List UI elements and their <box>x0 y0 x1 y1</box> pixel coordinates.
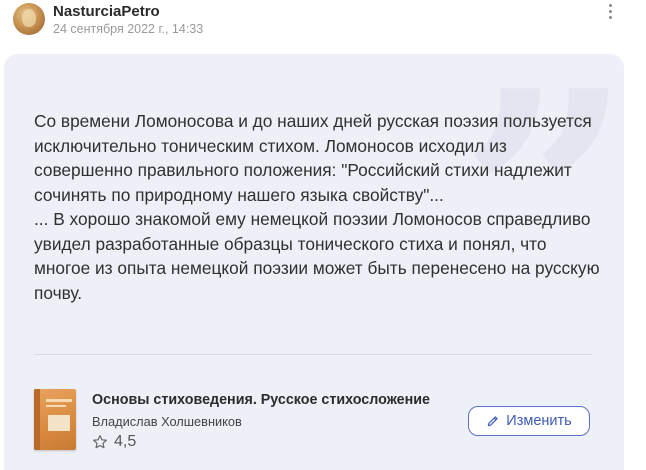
username[interactable]: NasturciaPetro <box>53 3 160 20</box>
rating-value: 4,5 <box>114 433 137 450</box>
pencil-icon <box>488 416 498 427</box>
edit-label: Изменить <box>506 413 572 429</box>
quote-card: ” Со времени Ломоносова и до наших дней … <box>4 54 624 470</box>
more-vertical-icon[interactable] <box>600 0 620 22</box>
book-rating: 4,5 <box>92 433 136 451</box>
post-datetime: 24 сентября 2022 г., 14:33 <box>53 22 204 36</box>
divider <box>34 354 592 355</box>
edit-button[interactable]: Изменить <box>468 406 590 436</box>
book-author[interactable]: Владислав Холшевников <box>92 414 242 429</box>
star-icon <box>93 435 107 449</box>
post-header: NasturciaPetro 24 сентября 2022 г., 14:3… <box>10 0 640 44</box>
avatar[interactable] <box>13 3 45 35</box>
quote-text: Со времени Ломоносова и до наших дней ру… <box>34 111 600 303</box>
book-title[interactable]: Основы стиховедения. Русское стихосложен… <box>92 392 430 408</box>
book-cover[interactable] <box>34 389 76 450</box>
